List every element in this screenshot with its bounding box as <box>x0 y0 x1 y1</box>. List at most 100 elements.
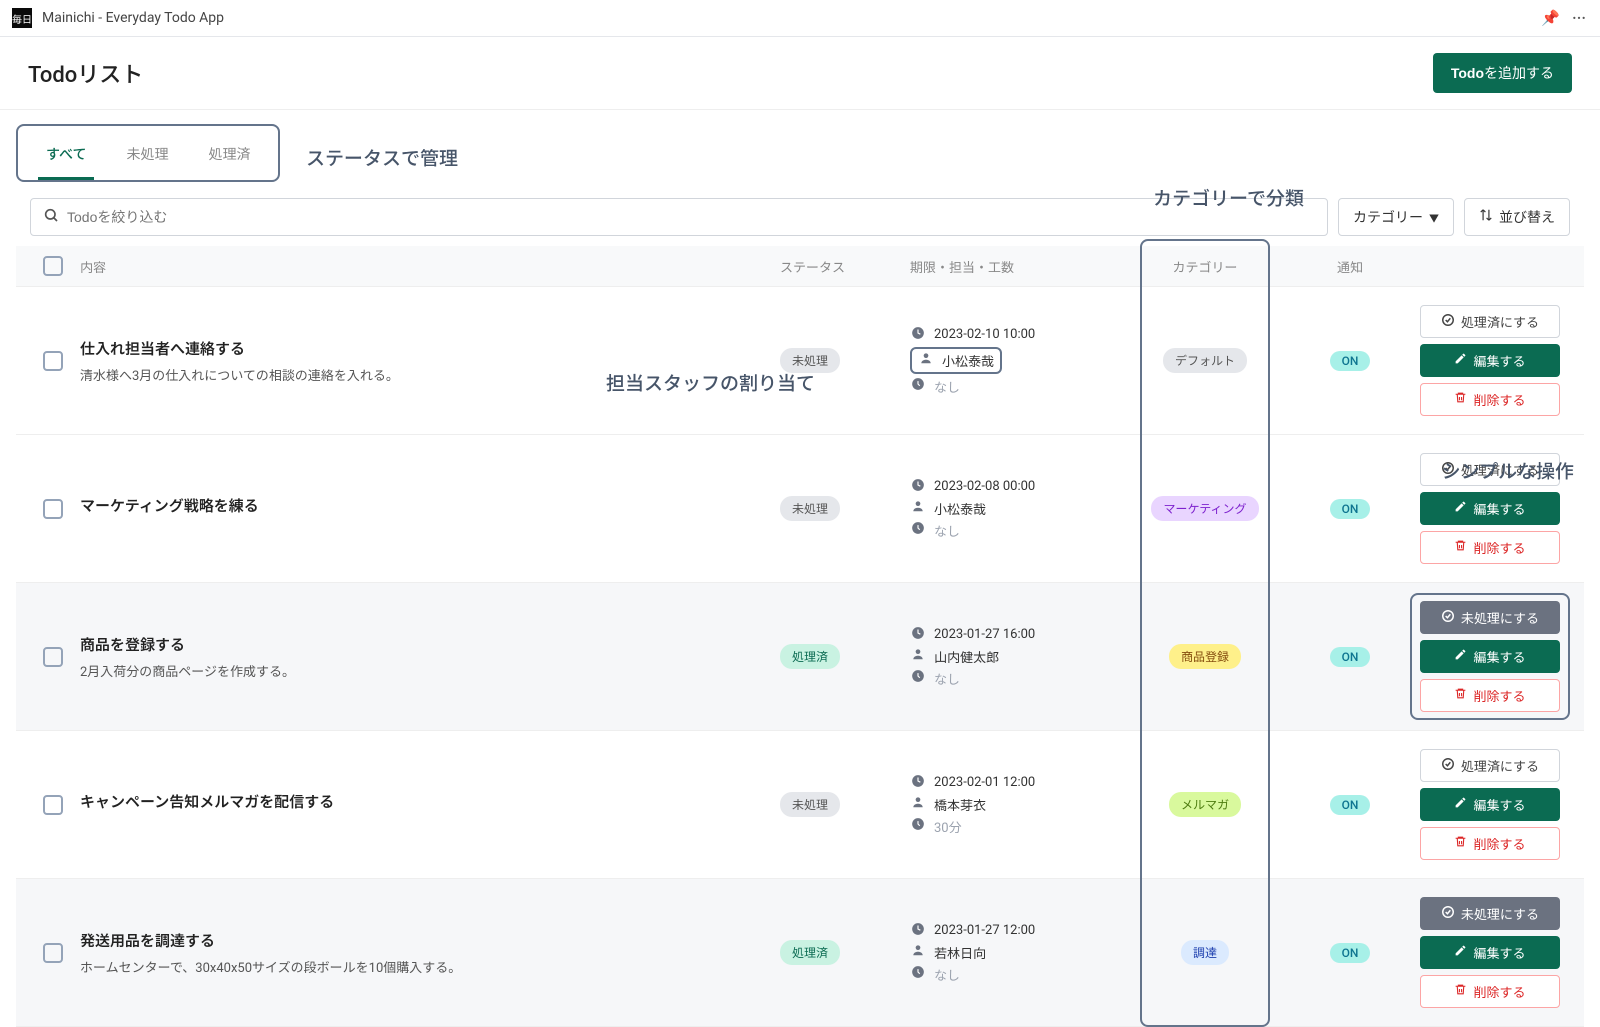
search-box[interactable] <box>30 198 1328 236</box>
delete-button[interactable]: 削除する <box>1420 975 1560 1008</box>
col-content: 内容 <box>76 257 780 276</box>
category-filter-label: カテゴリー <box>1353 207 1423 227</box>
status-chip: 未処理 <box>780 348 840 373</box>
row-actions: 処理済にする編集する削除する <box>1420 453 1560 564</box>
trash-icon <box>1454 687 1467 704</box>
category-filter-button[interactable]: カテゴリー ▼ <box>1338 198 1454 236</box>
row-actions: 未処理にする編集する削除する <box>1420 897 1560 1008</box>
assignee: 山内健太郎 <box>934 647 999 666</box>
meta-effort: なし <box>910 965 1120 984</box>
clock-icon <box>910 626 926 644</box>
todo-desc: ホームセンターで、30x40x50サイズの段ボールを10個購入する。 <box>80 957 780 976</box>
delete-button[interactable]: 削除する <box>1420 383 1560 416</box>
meta-due: 2023-02-01 12:00 <box>910 774 1120 792</box>
add-todo-button[interactable]: Todoを追加する <box>1433 53 1572 93</box>
assignee: 橋本芽衣 <box>934 795 986 814</box>
due-date: 2023-02-08 00:00 <box>934 479 1035 494</box>
status-chip: 未処理 <box>780 496 840 521</box>
notify-badge: ON <box>1330 943 1371 963</box>
toggle-status-button[interactable]: 処理済にする <box>1420 305 1560 338</box>
delete-button[interactable]: 削除する <box>1420 827 1560 860</box>
more-menu-icon[interactable]: ⋯ <box>1572 8 1588 28</box>
row-checkbox[interactable] <box>43 499 63 519</box>
col-status: ステータス <box>780 257 910 276</box>
effort-icon <box>910 377 926 395</box>
app-header: 毎日 Mainichi - Everyday Todo App 📌 ⋯ <box>0 0 1600 37</box>
meta-effort: 30分 <box>910 817 1120 836</box>
search-input[interactable] <box>67 209 1315 225</box>
sort-icon <box>1479 208 1493 226</box>
pencil-icon <box>1454 500 1467 517</box>
table-row: マーケティング戦略を練る未処理2023-02-08 00:00小松泰哉なしマーケ… <box>16 435 1584 583</box>
tab-all[interactable]: すべて <box>26 130 106 180</box>
content-area: すべて 未処理 処理済 ステータスで管理 カテゴリー ▼ 並び替え カテゴリーで… <box>0 110 1600 1027</box>
row-checkbox[interactable] <box>43 647 63 667</box>
table-header: 内容 ステータス 期限・担当・工数 カテゴリー 通知 <box>16 246 1584 287</box>
check-circle-icon <box>1441 757 1455 775</box>
due-date: 2023-01-27 16:00 <box>934 627 1035 642</box>
effort: なし <box>934 377 960 396</box>
todo-title: 発送用品を調達する <box>80 930 780 951</box>
meta-due: 2023-02-10 10:00 <box>910 326 1120 344</box>
app-title: Mainichi - Everyday Todo App <box>42 10 224 26</box>
row-checkbox[interactable] <box>43 795 63 815</box>
sort-button[interactable]: 並び替え <box>1464 198 1570 236</box>
assignee: 若林日向 <box>934 943 986 962</box>
tab-pending[interactable]: 未処理 <box>106 130 188 180</box>
edit-button[interactable]: 編集する <box>1420 640 1560 673</box>
notify-badge: ON <box>1330 499 1371 519</box>
filter-row: カテゴリー ▼ 並び替え カテゴリーで分類 <box>16 188 1584 246</box>
row-actions: 未処理にする編集する削除する <box>1420 601 1560 712</box>
tab-done[interactable]: 処理済 <box>188 130 270 180</box>
todo-title: キャンペーン告知メルマガを配信する <box>80 791 780 812</box>
check-circle-icon <box>1441 609 1455 627</box>
edit-button[interactable]: 編集する <box>1420 936 1560 969</box>
meta-effort: なし <box>910 521 1120 540</box>
status-chip: 処理済 <box>780 644 840 669</box>
trash-icon <box>1454 391 1467 408</box>
row-checkbox[interactable] <box>43 351 63 371</box>
edit-button[interactable]: 編集する <box>1420 492 1560 525</box>
person-icon <box>910 943 926 961</box>
app-logo-icon: 毎日 <box>12 8 32 28</box>
add-button-prefix: Todo <box>1451 65 1484 81</box>
toggle-status-button[interactable]: 処理済にする <box>1420 749 1560 782</box>
col-notify: 通知 <box>1290 257 1410 276</box>
meta-due: 2023-01-27 12:00 <box>910 922 1120 940</box>
col-category: カテゴリー <box>1120 257 1290 276</box>
due-date: 2023-01-27 12:00 <box>934 923 1035 938</box>
row-checkbox[interactable] <box>43 943 63 963</box>
notify-badge: ON <box>1330 795 1371 815</box>
due-date: 2023-02-10 10:00 <box>934 327 1035 342</box>
page-title: Todoリスト <box>28 57 143 89</box>
meta-assignee: 橋本芽衣 <box>910 795 1120 814</box>
assignee: 小松泰哉 <box>934 499 986 518</box>
row-actions: 処理済にする編集する削除する <box>1420 305 1560 416</box>
status-chip: 未処理 <box>780 792 840 817</box>
effort: なし <box>934 965 960 984</box>
clock-icon <box>910 774 926 792</box>
toggle-status-button[interactable]: 処理済にする <box>1420 453 1560 486</box>
delete-button[interactable]: 削除する <box>1420 531 1560 564</box>
effort-icon <box>910 521 926 539</box>
effort: 30分 <box>934 817 962 836</box>
select-all-checkbox[interactable] <box>43 256 63 276</box>
meta-assignee: 山内健太郎 <box>910 647 1120 666</box>
pin-icon[interactable]: 📌 <box>1541 9 1560 27</box>
effort: なし <box>934 521 960 540</box>
notify-badge: ON <box>1330 647 1371 667</box>
col-meta: 期限・担当・工数 <box>910 257 1120 276</box>
toggle-status-button[interactable]: 未処理にする <box>1420 897 1560 930</box>
trash-icon <box>1454 983 1467 1000</box>
clock-icon <box>910 922 926 940</box>
effort-icon <box>910 965 926 983</box>
notify-badge: ON <box>1330 351 1371 371</box>
delete-button[interactable]: 削除する <box>1420 679 1560 712</box>
meta-due: 2023-02-08 00:00 <box>910 478 1120 496</box>
todo-desc: 2月入荷分の商品ページを作成する。 <box>80 661 780 680</box>
status-chip: 処理済 <box>780 940 840 965</box>
toggle-status-button[interactable]: 未処理にする <box>1420 601 1560 634</box>
search-icon <box>43 207 59 227</box>
edit-button[interactable]: 編集する <box>1420 788 1560 821</box>
edit-button[interactable]: 編集する <box>1420 344 1560 377</box>
